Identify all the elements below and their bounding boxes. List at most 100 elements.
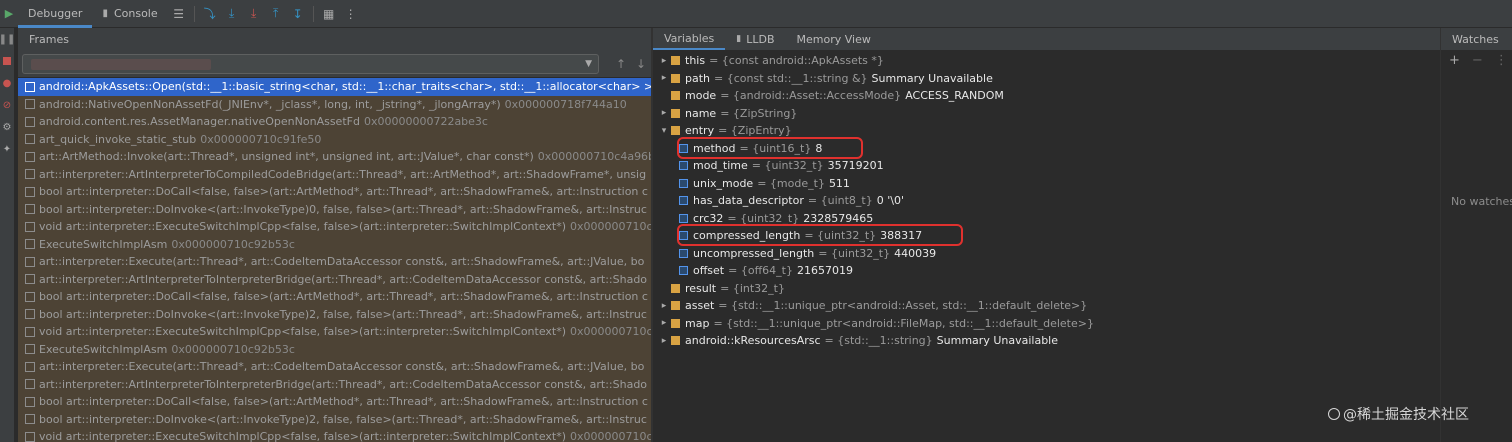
step-out-icon[interactable]: ⤒ [265,0,287,28]
frame-address: 0x000000710c6 [570,220,651,234]
frame-row[interactable]: void art::interpreter::ExecuteSwitchImpl… [18,428,651,442]
primitive-icon [679,178,688,188]
variable-row[interactable]: ▸ this = {const android::ApkAssets *} [653,52,1440,70]
stop-icon[interactable] [0,50,14,72]
primitive-icon [679,213,688,223]
variable-row[interactable]: offset = {off64_t} 21657019 [653,262,1440,280]
frame-row[interactable]: bool art::interpreter::DoCall<false, fal… [18,393,651,411]
thread-selector-row: ▼ ↑ ↓ [18,50,651,78]
toolbar-separator [193,5,195,22]
pause-icon[interactable]: ❚❚ [0,28,15,50]
variable-row[interactable]: result = {int32_t} [653,280,1440,298]
frame-address: 0x000000710c6 [570,430,651,442]
tab-memory-view[interactable]: Memory View [786,28,882,50]
frame-row[interactable]: ExecuteSwitchImplAsm 0x000000710c92b53c [18,340,651,358]
view-breakpoints-icon[interactable]: ● [0,72,14,94]
frame-row[interactable]: bool art::interpreter::DoInvoke<(art::In… [18,410,651,428]
frame-row[interactable]: art::interpreter::ArtInterpreterToCompil… [18,165,651,183]
frame-icon [25,274,35,285]
variable-row[interactable]: ▸ path = {const std::__1::string &} Summary… [653,70,1440,88]
variable-row[interactable]: uncompressed_length = {uint32_t} 440039 [653,245,1440,263]
frame-icon [25,396,35,407]
frame-label: art::ArtMethod::Invoke(art::Thread*, uns… [39,150,534,164]
tab-variables[interactable]: Variables [653,28,726,50]
frame-label: android::NativeOpenNonAssetFd(_JNIEnv*, … [39,97,501,111]
next-frame-icon[interactable]: ↓ [631,57,651,71]
frame-row[interactable]: art::interpreter::ArtInterpreterToInterp… [18,375,651,393]
chevron-right-icon[interactable]: ▸ [657,336,671,346]
frame-address: 0x000000718f744a10 [504,97,627,111]
variable-type: = {std::__1::unique_ptr<android::Asset, … [718,299,1088,313]
frame-row[interactable]: art::interpreter::Execute(art::Thread*, … [18,253,651,271]
tab-console[interactable]: ▮ Console [92,0,167,28]
add-watch-icon[interactable]: + [1449,53,1460,68]
previous-frame-icon[interactable]: ↑ [611,57,631,71]
variable-row[interactable]: unix_mode = {mode_t} 511 [653,175,1440,193]
console-icon: ▮ [102,8,108,19]
remove-watch-icon[interactable]: − [1472,53,1483,68]
frame-row[interactable]: bool art::interpreter::DoInvoke<(art::In… [18,305,651,323]
variable-value: 440039 [894,246,937,260]
chevron-right-icon[interactable]: ▸ [657,318,671,328]
variable-row[interactable]: ▸ asset = {std::__1::unique_ptr<android::A… [653,297,1440,315]
frame-row[interactable]: bool art::interpreter::DoInvoke<(art::In… [18,200,651,218]
frame-label: bool art::interpreter::DoInvoke<(art::In… [39,307,647,321]
frame-row[interactable]: bool art::interpreter::DoCall<false, fal… [18,183,651,201]
variable-type: = {const std::__1::string &} [714,71,868,85]
watermark-text: @稀土掘金技术社区 [1343,407,1469,423]
chevron-right-icon[interactable]: ▸ [657,108,671,118]
chevron-right-icon[interactable]: ▸ [657,56,671,66]
evaluate-expression-icon[interactable]: ▦ [318,0,340,28]
tab-lldb[interactable]: ▮ LLDB [725,28,785,50]
frame-row[interactable]: android.content.res.AssetManager.nativeO… [18,113,651,131]
frame-label: art::interpreter::Execute(art::Thread*, … [39,360,645,374]
frame-icon [25,99,35,110]
frame-row[interactable]: art::interpreter::Execute(art::Thread*, … [18,358,651,376]
variable-name: asset [685,299,715,313]
field-icon [671,56,680,66]
frame-row[interactable]: art::interpreter::ArtInterpreterToInterp… [18,270,651,288]
menu-icon[interactable]: ☰ [168,0,190,28]
chevron-right-icon[interactable]: ▸ [657,301,671,311]
variable-row[interactable]: mod_time = {uint32_t} 35719201 [653,157,1440,175]
frame-row[interactable]: art::ArtMethod::Invoke(art::Thread*, uns… [18,148,651,166]
chevron-right-icon[interactable]: ▸ [657,73,671,83]
frame-row[interactable]: ExecuteSwitchImplAsm 0x000000710c92b53c [18,235,651,253]
thread-select[interactable]: ▼ [22,53,600,74]
frame-row[interactable]: art_quick_invoke_static_stub 0x000000710c… [18,130,651,148]
variable-type: = {int32_t} [720,281,785,295]
mute-breakpoints-icon[interactable]: ⊘ [0,94,14,116]
frame-row[interactable]: void art::interpreter::ExecuteSwitchImpl… [18,323,651,341]
variable-row[interactable]: has_data_descriptor = {uint8_t} 0 '\0' [653,192,1440,210]
more-icon[interactable]: ⋮ [340,0,362,28]
variable-type: = {android::Asset::AccessMode} [720,89,902,103]
step-into-icon[interactable]: ⤓ [221,0,243,28]
tab-debugger[interactable]: Debugger [18,0,93,28]
frame-icon [25,151,35,162]
variable-row[interactable]: ▸ android::kResourcesArsc = {std::__1::str… [653,332,1440,350]
variable-value: 35719201 [827,159,884,173]
frame-address: 0x000000710c92b53c [171,237,295,251]
run-to-cursor-icon[interactable]: ↧ [287,0,309,28]
variable-value: Summary Unavailable [936,334,1058,348]
frame-row[interactable]: android::ApkAssets::Open(std::__1::basic… [18,78,651,96]
variable-name: path [685,71,711,85]
resume-icon[interactable]: ▶ [0,0,18,28]
settings-icon[interactable]: ⚙ [0,116,14,138]
variable-row[interactable]: ▸ map = {std::__1::unique_ptr<android::Fil… [653,315,1440,333]
frame-row[interactable]: bool art::interpreter::DoCall<false, fal… [18,288,651,306]
frame-list: android::ApkAssets::Open(std::__1::basic… [18,78,651,442]
step-over-icon[interactable]: ⤵ [199,0,221,28]
variable-row[interactable]: ▸ name = {ZipString} [653,105,1440,123]
frame-icon [25,256,35,267]
more-icon[interactable]: ⋮ [1495,53,1508,68]
frame-row[interactable]: void art::interpreter::ExecuteSwitchImpl… [18,218,651,236]
pin-icon[interactable]: ✦ [0,138,14,160]
force-step-into-icon[interactable]: ⤓ [243,0,265,28]
chevron-down-icon[interactable]: ▾ [657,126,671,136]
console-icon: ▮ [736,34,742,44]
variable-value: 0 '\0' [876,194,904,208]
frame-address: 0x000000710c6 [570,325,651,339]
variable-row[interactable]: mode = {android::Asset::AccessMode} ACCESS… [653,87,1440,105]
frame-row[interactable]: android::NativeOpenNonAssetFd(_JNIEnv*, … [18,95,651,113]
